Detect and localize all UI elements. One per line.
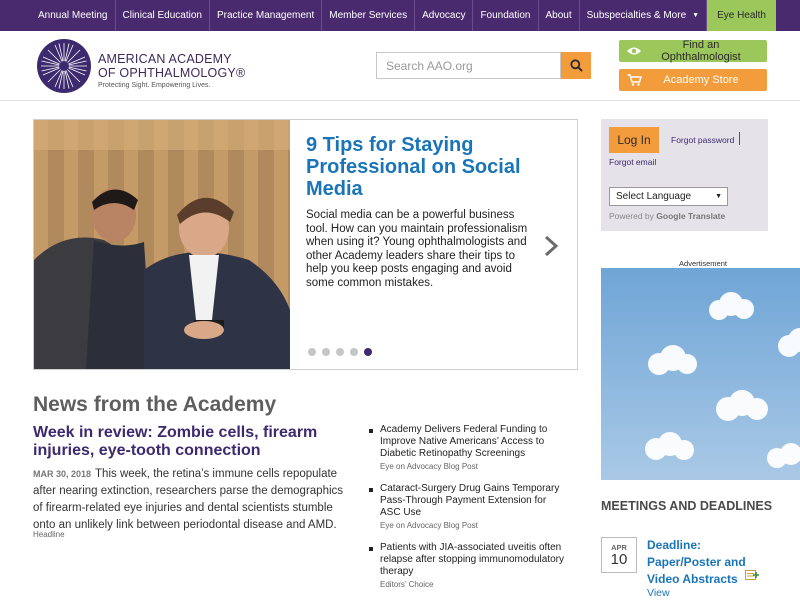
advertisement-image[interactable]: [601, 268, 800, 480]
news-item-type: Eye on Advocacy Blog Post: [380, 462, 478, 471]
site-header: AMERICAN ACADEMY OF OPHTHALMOLOGY® Prote…: [0, 31, 800, 101]
nav-foundation[interactable]: Foundation: [473, 0, 539, 31]
news-item-link[interactable]: Patients with JIA-associated uveitis oft…: [380, 542, 568, 578]
nav-label: Advocacy: [422, 10, 466, 21]
carousel-dots: [308, 348, 372, 356]
logo-line-1: AMERICAN ACADEMY: [98, 52, 232, 66]
login-panel: Log In Forgot password Forgot email Sele…: [601, 119, 768, 231]
carousel-dot-2[interactable]: [322, 348, 330, 356]
academy-store-button[interactable]: Academy Store: [619, 69, 767, 91]
hero-carousel: 9 Tips for Staying Professional on Socia…: [33, 119, 578, 370]
forgot-password-link[interactable]: Forgot password: [671, 135, 734, 145]
nav-member-services[interactable]: Member Services: [322, 0, 416, 31]
caret-down-icon: ▼: [692, 12, 700, 19]
logo-line-2: OF OPHTHALMOLOGY®: [98, 66, 246, 80]
carousel-dot-5[interactable]: [364, 348, 372, 356]
feature-article-summary: MAR 30, 2018 This week, the retina’s immu…: [33, 466, 353, 534]
search-icon: [569, 59, 583, 72]
language-select[interactable]: Select Language ▼: [609, 187, 728, 206]
caret-down-icon: ▼: [715, 193, 722, 200]
language-select-value: Select Language: [616, 191, 692, 202]
nav-annual-meeting[interactable]: Annual Meeting: [0, 0, 116, 31]
forgot-email-link[interactable]: Forgot email: [609, 157, 656, 167]
news-list: Academy Delivers Federal Funding to Impr…: [368, 424, 568, 601]
news-item-type: Eye on Advocacy Blog Post: [380, 521, 478, 530]
news-heading: News from the Academy: [33, 393, 277, 416]
carousel-dot-4[interactable]: [350, 348, 358, 356]
nav-label: Practice Management: [217, 10, 315, 21]
nav-label: Eye Health: [717, 10, 766, 21]
nav-label: Member Services: [329, 10, 408, 21]
nav-about[interactable]: About: [539, 0, 580, 31]
hero-description: Social media can be a powerful business …: [306, 209, 528, 289]
aao-logo-icon[interactable]: [37, 39, 91, 93]
event-day: 10: [610, 551, 628, 568]
nav-practice-management[interactable]: Practice Management: [210, 0, 323, 31]
chevron-right-icon[interactable]: [542, 235, 560, 257]
top-nav: Annual Meeting Clinical Education Practi…: [0, 0, 800, 31]
list-item: Cataract-Surgery Drug Gains Temporary Pa…: [368, 483, 568, 530]
add-to-calendar-icon[interactable]: [745, 569, 759, 581]
feature-date: MAR 30, 2018: [33, 469, 92, 479]
news-item-type: Editors’ Choice: [380, 580, 434, 589]
nav-label: Subspecialties & More: [586, 10, 687, 21]
feature-article-type: Headline: [33, 530, 65, 539]
carousel-dot-3[interactable]: [336, 348, 344, 356]
advertisement-label: Advertisement: [679, 259, 727, 268]
nav-eye-health[interactable]: Eye Health: [707, 0, 776, 31]
news-item-link[interactable]: Academy Delivers Federal Funding to Impr…: [380, 424, 568, 460]
nav-label: Clinical Education: [122, 10, 203, 21]
hero-title[interactable]: 9 Tips for Staying Professional on Socia…: [306, 134, 546, 200]
feature-article-title[interactable]: Week in review: Zombie cells, firearm in…: [33, 424, 353, 460]
list-item: Academy Delivers Federal Funding to Impr…: [368, 424, 568, 471]
powered-prefix: Powered by: [609, 211, 654, 221]
nav-label: Annual Meeting: [38, 10, 108, 21]
search-input[interactable]: [376, 52, 561, 79]
nav-advocacy[interactable]: Advocacy: [415, 0, 474, 31]
calendar-date-icon: APR 10: [601, 537, 637, 573]
nav-clinical-education[interactable]: Clinical Education: [116, 0, 210, 31]
logo-wordmark[interactable]: AMERICAN ACADEMY OF OPHTHALMOLOGY®: [98, 52, 245, 80]
find-ophthalmologist-button[interactable]: Find an Ophthalmologist: [619, 39, 767, 63]
logo-tagline: Protecting Sight. Empowering Lives.: [98, 82, 211, 89]
eye-icon: [627, 47, 641, 55]
login-button[interactable]: Log In: [609, 127, 659, 153]
carousel-dot-1[interactable]: [308, 348, 316, 356]
news-item-link[interactable]: Cataract-Surgery Drug Gains Temporary Pa…: [380, 483, 568, 519]
event-view-link[interactable]: View: [647, 587, 670, 599]
nav-label: Foundation: [480, 10, 531, 21]
nav-label: About: [545, 10, 572, 21]
search-button[interactable]: [561, 52, 591, 79]
hero-photo[interactable]: [34, 120, 290, 369]
find-label: Find an Ophthalmologist: [661, 39, 741, 63]
cart-icon: [627, 74, 642, 86]
list-item: Patients with JIA-associated uveitis oft…: [368, 542, 568, 589]
divider: [739, 132, 740, 145]
nav-subspecialties[interactable]: Subspecialties & More ▼: [580, 0, 708, 31]
google-translate-link[interactable]: Google Translate: [656, 211, 725, 221]
store-label: Academy Store: [663, 74, 739, 86]
meetings-heading: MEETINGS AND DEADLINES: [601, 499, 773, 513]
powered-by-google-translate: Powered by Google Translate: [609, 211, 725, 221]
